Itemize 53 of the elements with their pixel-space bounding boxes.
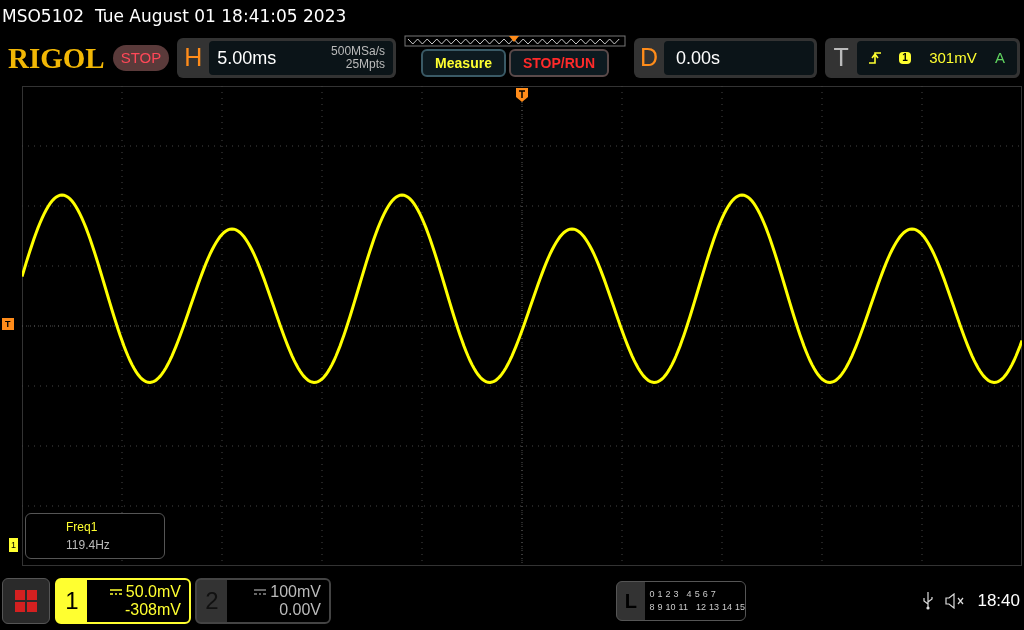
channel-marker: 1 (9, 538, 18, 552)
stop-run-button[interactable]: STOP/RUN (508, 49, 609, 77)
logic-channel-number: 11 (678, 601, 688, 614)
trigger-label: T (832, 42, 850, 74)
rising-edge-icon (869, 52, 882, 64)
logic-channel-number: 8 (649, 601, 655, 614)
measurement-value: 119.4Hz (66, 537, 111, 554)
delay-value: 0.00s (676, 46, 721, 70)
delay-panel[interactable]: D 0.00s (634, 38, 818, 78)
logic-channel-number: 2 (665, 588, 671, 601)
channel-number: 1 (64, 586, 80, 616)
logic-channel-number: 4 (686, 588, 692, 601)
menu-button[interactable] (2, 578, 50, 624)
logic-channel-number: 10 (665, 601, 676, 614)
logic-channel-number: 6 (702, 588, 708, 601)
speaker-muted-icon (945, 593, 966, 609)
memory-depth: 25Mpts (345, 58, 386, 71)
measure-button[interactable]: Measure (421, 49, 506, 77)
channel-panel[interactable]: 1 50.0mV -308mV (55, 578, 191, 624)
trigger-position-icon (516, 88, 528, 102)
logic-channel-number: 13 (708, 601, 719, 614)
logic-channel-number: 14 (721, 601, 732, 614)
channel-scale: 50.0mV (125, 583, 181, 601)
logic-channel-number: 5 (694, 588, 700, 601)
clock: 18:40 (977, 590, 1020, 613)
logic-channel-number: 1 (657, 588, 663, 601)
brand-logo: RIGOL (8, 43, 105, 73)
channel-scale: 100mV (270, 583, 321, 601)
logic-channel-number: 7 (710, 588, 716, 601)
logic-channel-number: 9 (657, 601, 663, 614)
grid-menu-icon (15, 590, 37, 612)
channel-offset: 0.00V (279, 601, 321, 619)
trigger-mode: A (994, 47, 1005, 68)
trigger-level-marker: T (2, 318, 14, 330)
measurement-name: Freq1 (66, 519, 99, 536)
run-state-badge: STOP (112, 44, 170, 72)
channel-offset: -308mV (124, 601, 181, 619)
usb-icon (923, 592, 934, 610)
status-line: MSO5102 Tue August 01 18:41:05 2023 (2, 5, 347, 29)
horizontal-label: H (183, 42, 204, 74)
delay-label: D (639, 42, 660, 74)
logic-channel-number: 3 (673, 588, 679, 601)
timebase-scale: 5.00ms (217, 46, 277, 70)
dc-coupling-icon (254, 589, 267, 595)
trigger-level: 301mV (929, 47, 977, 68)
trigger-source: 1 (899, 52, 911, 64)
dc-coupling-icon (109, 589, 122, 595)
sample-rate: 500MSa/s (331, 45, 386, 58)
logic-channel-number: 0 (649, 588, 655, 601)
horizontal-panel[interactable]: H 5.00ms 500MSa/s 25Mpts (177, 38, 397, 78)
logic-channel-number: 15 (735, 601, 745, 614)
logic-channel-number: 12 (695, 601, 706, 614)
trigger-panel[interactable]: T 1 301mV A (825, 38, 1020, 78)
